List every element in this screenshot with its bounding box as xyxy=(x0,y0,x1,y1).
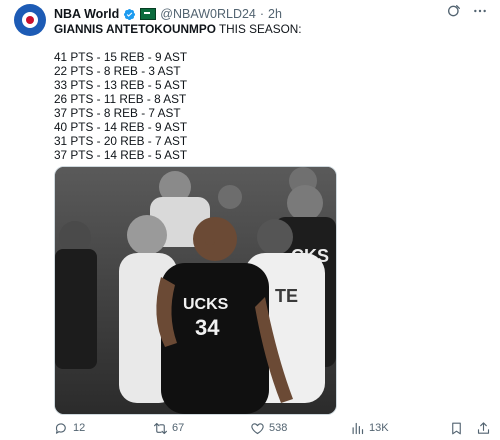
retweet-icon xyxy=(154,422,167,434)
tweet-text: GIANNIS ANTETOKOUNMPO THIS SEASON: 41 PT… xyxy=(54,22,474,190)
more-icon[interactable] xyxy=(472,3,488,19)
stat-line: 33 PTS - 13 REB - 5 AST xyxy=(54,78,188,92)
photo-bucks-players-image: CKS TE UCKS 34 xyxy=(55,167,336,414)
stat-line: 31 PTS - 20 REB - 7 AST xyxy=(54,134,188,148)
nba-world-logo-icon xyxy=(22,12,38,28)
reply-count: 12 xyxy=(73,422,86,434)
stat-line: 40 PTS - 14 REB - 9 AST xyxy=(54,120,188,134)
top-icons xyxy=(446,3,488,19)
stat-line: 41 PTS - 15 REB - 9 AST xyxy=(54,50,188,64)
grok-icon[interactable] xyxy=(446,3,462,19)
player-name: GIANNIS ANTETOKOUNMPO xyxy=(54,22,216,36)
views-icon xyxy=(352,422,364,434)
tweet-photo[interactable]: CKS TE UCKS 34 xyxy=(54,166,337,415)
tweet-header: NBA World @NBAW0RLD24 · 2h xyxy=(54,5,282,23)
author-name[interactable]: NBA World xyxy=(54,7,119,21)
separator: · xyxy=(259,7,265,21)
stat-line: 37 PTS - 14 REB - 5 AST xyxy=(54,148,188,162)
share-icon xyxy=(477,421,490,434)
reply-icon xyxy=(55,422,66,434)
views-count: 13K xyxy=(369,422,389,434)
bookmark-icon xyxy=(452,422,461,434)
svg-text:TE: TE xyxy=(275,286,298,306)
heart-icon xyxy=(251,422,264,434)
stat-line: 26 PTS - 11 REB - 8 AST xyxy=(54,92,187,106)
tweet: NBA World @NBAW0RLD24 · 2h GIANNIS ANTET… xyxy=(0,0,500,440)
retweet-button[interactable]: 67 xyxy=(153,421,184,436)
svg-text:UCKS: UCKS xyxy=(183,296,229,313)
retweet-count: 67 xyxy=(172,422,185,434)
like-count: 538 xyxy=(269,422,288,434)
avatar[interactable] xyxy=(14,4,46,36)
flag-icon xyxy=(140,8,157,20)
stat-line: 37 PTS - 8 REB - 7 AST xyxy=(54,106,181,120)
bookmark-button[interactable] xyxy=(449,421,464,436)
svg-text:34: 34 xyxy=(195,315,220,340)
timestamp[interactable]: 2h xyxy=(268,7,282,21)
intro-line: GIANNIS ANTETOKOUNMPO THIS SEASON: xyxy=(54,22,474,36)
share-button[interactable] xyxy=(476,421,491,436)
views-button[interactable]: 13K xyxy=(350,421,389,436)
reply-button[interactable]: 12 xyxy=(54,421,85,436)
tweet-actions: 12 67 538 13K xyxy=(54,420,490,436)
author-handle[interactable]: @NBAW0RLD24 xyxy=(160,7,256,21)
like-button[interactable]: 538 xyxy=(250,421,287,436)
verified-badge-icon xyxy=(124,8,136,20)
intro-rest: THIS SEASON: xyxy=(215,22,302,36)
stat-line: 22 PTS - 8 REB - 3 AST xyxy=(54,64,181,78)
